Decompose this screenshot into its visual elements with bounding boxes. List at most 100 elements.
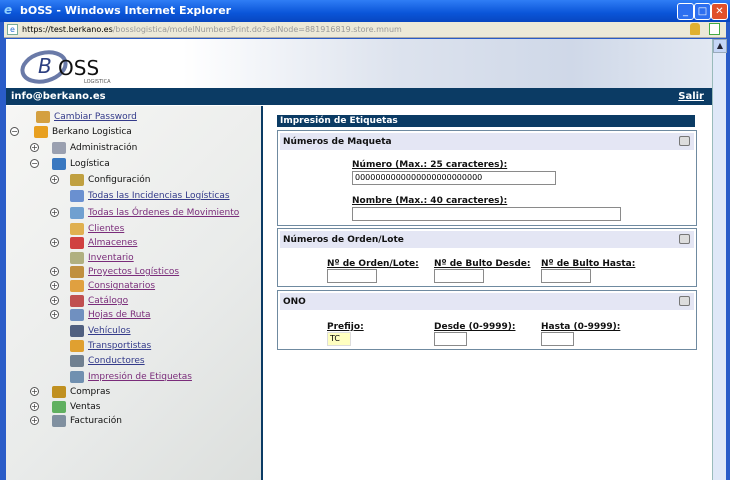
ono-desde-label: Desde (0-9999): — [434, 322, 516, 332]
sidebar-item-label[interactable]: Hojas de Ruta — [88, 310, 151, 320]
nombre-input[interactable] — [352, 207, 621, 221]
sidebar-item[interactable]: Inventario — [70, 251, 134, 265]
sidebar-item-label[interactable]: Inventario — [88, 253, 134, 263]
bulto-desde-input[interactable] — [434, 269, 484, 283]
close-button[interactable]: ✕ — [711, 3, 728, 20]
expand-icon[interactable]: + — [30, 416, 39, 425]
compatibility-icon[interactable] — [709, 23, 720, 35]
expand-icon[interactable]: + — [50, 175, 59, 184]
sidebar-item[interactable]: Logística — [52, 157, 110, 171]
sidebar-item-label[interactable]: Proyectos Logísticos — [88, 267, 179, 277]
ono-hasta-input[interactable] — [541, 332, 574, 346]
expand-icon[interactable]: + — [30, 402, 39, 411]
user-bar: info@berkano.es Salir — [6, 88, 712, 105]
printer-icon[interactable] — [679, 136, 690, 146]
page-icon: e — [7, 24, 18, 35]
bulto-hasta-input[interactable] — [541, 269, 591, 283]
expand-icon[interactable]: + — [50, 281, 59, 290]
sidebar-item[interactable]: Configuración — [70, 173, 150, 187]
boss-logo: B OSS LOGISTICA — [20, 50, 111, 85]
vertical-scrollbar[interactable]: ▲ — [712, 39, 727, 480]
section-title: ONO — [283, 297, 306, 307]
sidebar-item[interactable]: Facturación — [52, 414, 122, 428]
sidebar-item[interactable]: Hojas de Ruta — [70, 308, 151, 322]
svg-text:B: B — [38, 54, 52, 78]
sidebar-item[interactable]: Consignatarios — [70, 279, 155, 293]
printer-icon[interactable] — [679, 296, 690, 306]
nombre-label: Nombre (Max.: 40 caracteres): — [352, 196, 508, 206]
sidebar-item-label[interactable]: Logística — [70, 159, 110, 169]
tree-node-icon — [52, 142, 66, 154]
sidebar-item[interactable]: Todas las Incidencias Logísticas — [70, 189, 230, 203]
sidebar-item[interactable]: Ventas — [52, 400, 100, 414]
sidebar-item[interactable]: Catálogo — [70, 294, 128, 308]
sidebar-item[interactable]: Almacenes — [70, 236, 137, 250]
sidebar-item[interactable]: Vehículos — [70, 324, 131, 338]
lock-icon[interactable] — [690, 23, 700, 35]
sidebar-item-label[interactable]: Catálogo — [88, 296, 128, 306]
sidebar-item-label[interactable]: Conductores — [88, 356, 145, 366]
expand-icon[interactable]: + — [50, 238, 59, 247]
sidebar-item-label[interactable]: Transportistas — [88, 341, 151, 351]
sidebar-item[interactable]: Transportistas — [70, 339, 151, 353]
sidebar-item[interactable]: Cambiar Password — [36, 110, 137, 124]
expand-icon[interactable]: + — [50, 296, 59, 305]
sidebar-item[interactable]: Clientes — [70, 222, 124, 236]
sidebar-item[interactable]: Impresión de Etiquetas — [70, 370, 192, 384]
sidebar-item[interactable]: Conductores — [70, 354, 145, 368]
numero-input[interactable]: 0000000000000000000000000 — [352, 171, 556, 185]
sidebar-item-label[interactable]: Compras — [70, 387, 110, 397]
section-maqueta: Números de Maqueta Número (Max.: 25 cara… — [277, 130, 697, 226]
sidebar-item[interactable]: Compras — [52, 385, 110, 399]
expand-icon[interactable]: + — [30, 143, 39, 152]
sidebar-item[interactable]: Todas las Órdenes de Movimiento — [70, 206, 239, 220]
collapse-icon[interactable]: − — [10, 127, 19, 136]
orden-label: Nº de Orden/Lote: — [327, 259, 419, 269]
scroll-up-button[interactable]: ▲ — [713, 39, 727, 53]
sidebar-item-label[interactable]: Facturación — [70, 416, 122, 426]
sidebar-item[interactable]: Proyectos Logísticos — [70, 265, 179, 279]
tree-node-icon — [70, 371, 84, 383]
expand-icon[interactable]: + — [30, 387, 39, 396]
tree-node-icon — [70, 355, 84, 367]
url-host: test.berkano.es — [50, 25, 113, 34]
sidebar-item-label[interactable]: Clientes — [88, 224, 124, 234]
sidebar-item-label[interactable]: Todas las Incidencias Logísticas — [88, 191, 230, 201]
sidebar-item[interactable]: Administración — [52, 141, 137, 155]
bulto-hasta-label: Nº de Bulto Hasta: — [541, 259, 636, 269]
page-title: Impresión de Etiquetas — [277, 115, 695, 127]
printer-icon[interactable] — [679, 234, 690, 244]
collapse-icon[interactable]: − — [30, 159, 39, 168]
sidebar-item-label[interactable]: Almacenes — [88, 238, 137, 248]
ie-icon: e — [4, 3, 13, 17]
expand-icon[interactable]: + — [50, 208, 59, 217]
tree-node-icon — [52, 386, 66, 398]
window-title: bOSS - Windows Internet Explorer — [20, 4, 232, 17]
sidebar-item-label[interactable]: Impresión de Etiquetas — [88, 372, 192, 382]
sidebar-item-label[interactable]: Cambiar Password — [54, 112, 137, 122]
logout-link[interactable]: Salir — [678, 91, 704, 102]
expand-icon[interactable]: + — [50, 310, 59, 319]
address-bar[interactable]: e https://test.berkano.es/bosslogistica/… — [4, 22, 726, 38]
tree-node-icon — [70, 252, 84, 264]
sidebar-item-label[interactable]: Configuración — [88, 175, 150, 185]
prefijo-label: Prefijo: — [327, 322, 364, 332]
sidebar-item-label[interactable]: Berkano Logistica — [52, 127, 132, 137]
user-email: info@berkano.es — [11, 91, 106, 102]
sidebar-item-label[interactable]: Todas las Órdenes de Movimiento — [88, 208, 239, 218]
ono-hasta-label: Hasta (0-9999): — [541, 322, 621, 332]
tree-node-icon — [34, 126, 48, 138]
prefijo-input[interactable]: TC — [327, 332, 351, 346]
sidebar-item-label[interactable]: Consignatarios — [88, 281, 155, 291]
ono-desde-input[interactable] — [434, 332, 467, 346]
maximize-button[interactable]: □ — [694, 3, 711, 20]
sidebar-item[interactable]: Berkano Logistica — [34, 125, 132, 139]
tree-node-icon — [70, 266, 84, 278]
sidebar-item-label[interactable]: Vehículos — [88, 326, 131, 336]
orden-input[interactable] — [327, 269, 377, 283]
sidebar-item-label[interactable]: Administración — [70, 143, 137, 153]
tree-node-icon — [70, 207, 84, 219]
sidebar-item-label[interactable]: Ventas — [70, 402, 100, 412]
expand-icon[interactable]: + — [50, 267, 59, 276]
minimize-button[interactable]: _ — [677, 3, 694, 20]
